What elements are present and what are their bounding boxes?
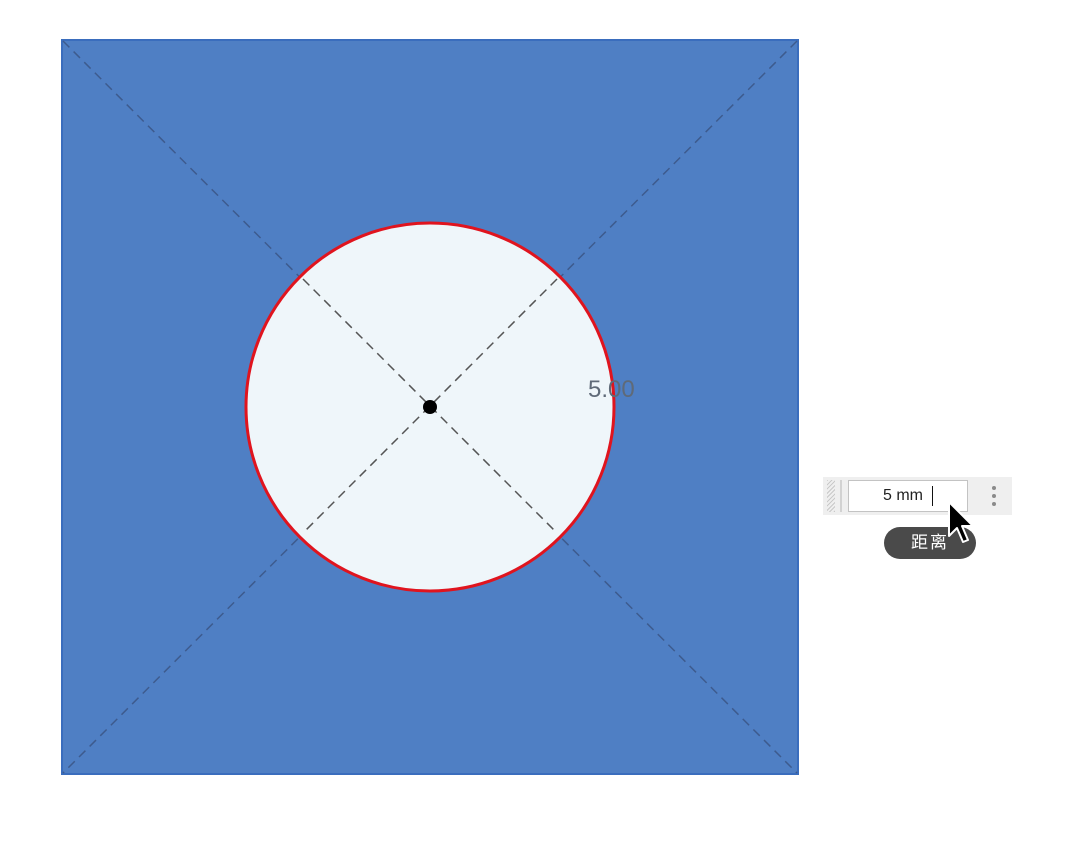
widget-divider <box>840 480 842 512</box>
more-vertical-icon[interactable] <box>983 480 1005 512</box>
drag-handle-icon[interactable] <box>827 480 835 512</box>
sketch-canvas[interactable]: 5.00 <box>0 0 1071 849</box>
distance-input-widget <box>823 477 1012 515</box>
sketch-workspace: 5.00 距离 <box>0 0 1071 849</box>
text-caret <box>932 486 933 506</box>
offset-dimension-label[interactable]: 5.00 <box>588 376 635 403</box>
arrow-pointer-icon <box>948 501 974 543</box>
sketch-center-point[interactable] <box>423 400 437 414</box>
